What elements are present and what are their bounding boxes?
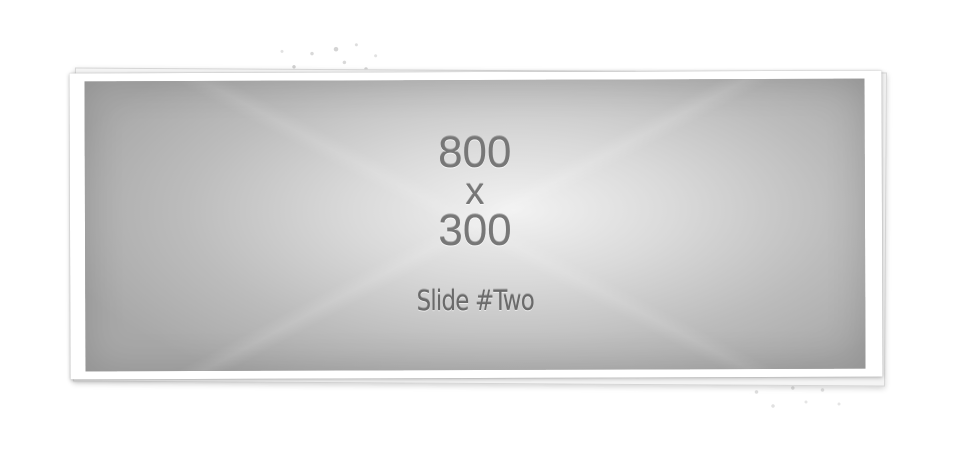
slider-stage: 800 x 300 Slide #Two	[0, 0, 960, 450]
slide-caption: Slide #Two	[416, 283, 535, 318]
placeholder-width: 800	[437, 127, 512, 178]
placeholder-height: 300	[438, 205, 512, 256]
slide-placeholder-dimensions: 800 x 300	[85, 127, 865, 256]
slide-image[interactable]: 800 x 300 Slide #Two	[84, 78, 866, 372]
slider-frame: 800 x 300 Slide #Two	[69, 70, 883, 380]
